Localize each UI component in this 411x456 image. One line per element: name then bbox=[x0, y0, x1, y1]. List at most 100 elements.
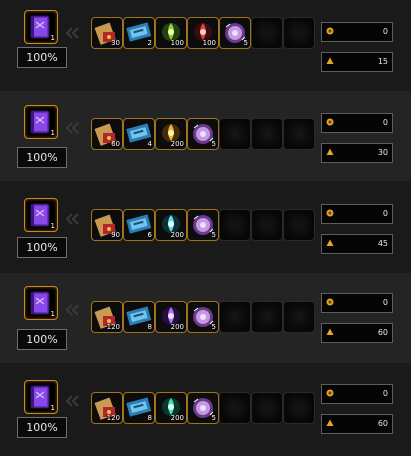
ingredient-slot[interactable]: 120 bbox=[91, 392, 123, 424]
empty-ingredient-slot bbox=[219, 118, 251, 150]
currency-value: 0 bbox=[382, 298, 388, 307]
double-chevron-left-icon bbox=[65, 395, 79, 407]
ingredient-quantity: 5 bbox=[211, 231, 216, 239]
currency-value: 15 bbox=[377, 57, 388, 66]
currency-cost: 0 bbox=[321, 22, 393, 42]
currency-value: 0 bbox=[382, 209, 388, 218]
ingredient-quantity: 5 bbox=[211, 414, 216, 422]
empty-ingredient-slot bbox=[251, 392, 283, 424]
ingredient-quantity: 5 bbox=[211, 140, 216, 148]
gold-coin-icon bbox=[326, 389, 334, 397]
ingredient-quantity: 5 bbox=[243, 39, 248, 47]
currency-cost: 15 bbox=[321, 52, 393, 72]
ingredient-slot[interactable]: 100 bbox=[187, 17, 219, 49]
empty-ingredient-slot bbox=[251, 17, 283, 49]
ingredient-quantity: 200 bbox=[170, 140, 184, 148]
currency-cost: 30 bbox=[321, 143, 393, 163]
result-quantity: 1 bbox=[50, 404, 55, 412]
currency-value: 0 bbox=[382, 118, 388, 127]
recipe-row: 1 100% 60 4 200 5 0 30 bbox=[0, 91, 411, 181]
honor-crest-icon bbox=[326, 419, 334, 426]
ingredient-slot[interactable]: 200 bbox=[155, 209, 187, 241]
success-rate: 100% bbox=[17, 417, 67, 438]
honor-crest-icon bbox=[326, 57, 334, 64]
empty-ingredient-slot bbox=[251, 118, 283, 150]
ingredient-quantity: 4 bbox=[147, 140, 152, 148]
recipe-row: 1 100% 30 2 100 100 5 0 15 bbox=[0, 0, 411, 90]
ingredient-quantity: 60 bbox=[111, 140, 120, 148]
ingredient-quantity: 90 bbox=[111, 231, 120, 239]
result-slot[interactable]: 1 bbox=[24, 380, 58, 414]
empty-ingredient-slot bbox=[283, 392, 315, 424]
ingredient-slot[interactable]: 8 bbox=[123, 301, 155, 333]
empty-ingredient-slot bbox=[251, 301, 283, 333]
ingredient-quantity: 120 bbox=[106, 414, 120, 422]
gold-coin-icon bbox=[326, 209, 334, 217]
empty-ingredient-slot bbox=[283, 17, 315, 49]
ingredient-slot[interactable]: 120 bbox=[91, 301, 123, 333]
currency-cost: 60 bbox=[321, 323, 393, 343]
gold-coin-icon bbox=[326, 298, 334, 306]
ingredient-slot[interactable]: 5 bbox=[187, 301, 219, 333]
ingredient-quantity: 8 bbox=[147, 414, 152, 422]
honor-crest-icon bbox=[326, 148, 334, 155]
ingredient-slot[interactable]: 90 bbox=[91, 209, 123, 241]
ingredient-quantity: 8 bbox=[147, 323, 152, 331]
result-slot[interactable]: 1 bbox=[24, 105, 58, 139]
honor-crest-icon bbox=[326, 328, 334, 335]
ingredient-slot[interactable]: 30 bbox=[91, 17, 123, 49]
ingredient-slot[interactable]: 200 bbox=[155, 392, 187, 424]
result-quantity: 1 bbox=[50, 222, 55, 230]
ingredient-slot[interactable]: 200 bbox=[155, 301, 187, 333]
ingredient-quantity: 30 bbox=[111, 39, 120, 47]
ingredient-slot[interactable]: 5 bbox=[187, 118, 219, 150]
currency-cost: 45 bbox=[321, 234, 393, 254]
currency-cost: 60 bbox=[321, 414, 393, 434]
empty-ingredient-slot bbox=[219, 301, 251, 333]
ingredient-slot[interactable]: 6 bbox=[123, 209, 155, 241]
result-quantity: 1 bbox=[50, 310, 55, 318]
currency-value: 0 bbox=[382, 389, 388, 398]
honor-crest-icon bbox=[326, 239, 334, 246]
empty-ingredient-slot bbox=[283, 209, 315, 241]
recipe-row: 1 100% 120 8 200 5 0 60 bbox=[0, 273, 411, 363]
ingredient-slot[interactable]: 200 bbox=[155, 118, 187, 150]
success-rate: 100% bbox=[17, 147, 67, 168]
double-chevron-left-icon bbox=[65, 304, 79, 316]
ingredient-slot[interactable]: 5 bbox=[187, 209, 219, 241]
currency-value: 45 bbox=[377, 239, 388, 248]
ingredient-quantity: 2 bbox=[147, 39, 152, 47]
ingredient-quantity: 120 bbox=[106, 323, 120, 331]
double-chevron-left-icon bbox=[65, 213, 79, 225]
success-rate: 100% bbox=[17, 47, 67, 68]
ingredient-slot[interactable]: 8 bbox=[123, 392, 155, 424]
currency-cost: 0 bbox=[321, 293, 393, 313]
ingredient-slot[interactable]: 5 bbox=[219, 17, 251, 49]
ingredient-slot[interactable]: 4 bbox=[123, 118, 155, 150]
currency-cost: 0 bbox=[321, 204, 393, 224]
result-quantity: 1 bbox=[50, 129, 55, 137]
ingredient-quantity: 200 bbox=[170, 231, 184, 239]
empty-ingredient-slot bbox=[283, 301, 315, 333]
ingredient-quantity: 200 bbox=[170, 414, 184, 422]
result-slot[interactable]: 1 bbox=[24, 10, 58, 44]
currency-value: 60 bbox=[377, 328, 388, 337]
ingredient-slot[interactable]: 5 bbox=[187, 392, 219, 424]
result-slot[interactable]: 1 bbox=[24, 286, 58, 320]
ingredient-slot[interactable]: 60 bbox=[91, 118, 123, 150]
empty-ingredient-slot bbox=[219, 392, 251, 424]
recipe-list: 1 100% 30 2 100 100 5 0 15 1 100% 60 4 2… bbox=[0, 0, 411, 456]
ingredient-slot[interactable]: 100 bbox=[155, 17, 187, 49]
empty-ingredient-slot bbox=[283, 118, 315, 150]
double-chevron-left-icon bbox=[65, 122, 79, 134]
success-rate: 100% bbox=[17, 237, 67, 258]
ingredient-slot[interactable]: 2 bbox=[123, 17, 155, 49]
currency-value: 0 bbox=[382, 27, 388, 36]
empty-ingredient-slot bbox=[219, 209, 251, 241]
currency-value: 60 bbox=[377, 419, 388, 428]
recipe-row: 1 100% 120 8 200 5 0 60 bbox=[0, 364, 411, 454]
currency-cost: 0 bbox=[321, 113, 393, 133]
success-rate: 100% bbox=[17, 329, 67, 350]
result-slot[interactable]: 1 bbox=[24, 198, 58, 232]
recipe-row: 1 100% 90 6 200 5 0 45 bbox=[0, 182, 411, 272]
